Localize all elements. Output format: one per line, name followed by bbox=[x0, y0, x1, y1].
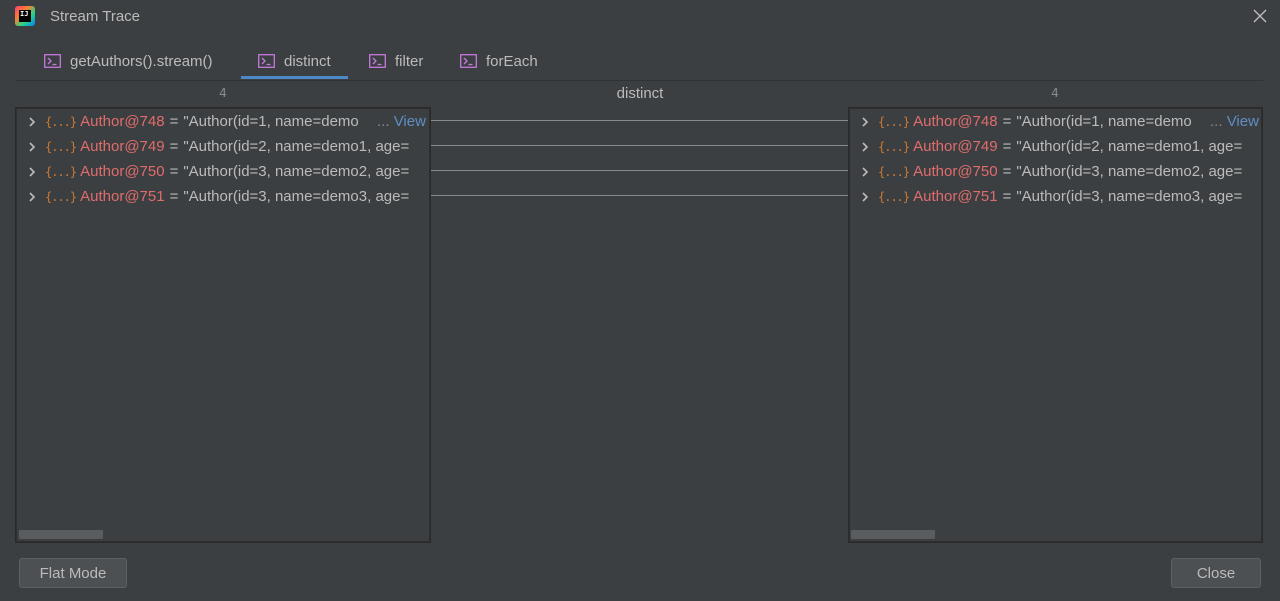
tab-get-authors-stream[interactable]: getAuthors().stream() bbox=[44, 44, 213, 78]
object-value: "Author(id=1, name=demo bbox=[1016, 113, 1192, 130]
value-connectors bbox=[431, 120, 848, 196]
middle-title: distinct bbox=[616, 85, 664, 102]
ellipsis: ... bbox=[377, 113, 390, 130]
right-values-panel[interactable]: {...} Author@748 = "Author(id=1, name=de… bbox=[848, 107, 1263, 543]
chevron-right-icon[interactable] bbox=[25, 115, 39, 129]
list-item[interactable]: {...} Author@748 = "Author(id=1, name=de… bbox=[17, 109, 430, 134]
view-link[interactable]: ... View bbox=[375, 109, 426, 134]
tab-strip: getAuthors().stream() distinct filter fo… bbox=[15, 44, 1263, 81]
object-name: Author@751 bbox=[80, 188, 165, 205]
chevron-right-icon[interactable] bbox=[25, 140, 39, 154]
close-icon[interactable] bbox=[1251, 7, 1269, 25]
horizontal-scrollbar[interactable] bbox=[851, 530, 935, 539]
equals-sign: = bbox=[1002, 188, 1012, 205]
object-name: Author@748 bbox=[80, 113, 165, 130]
list-item[interactable]: {...} Author@750 = "Author(id=3, name=de… bbox=[850, 159, 1262, 184]
chevron-right-icon[interactable] bbox=[858, 190, 872, 204]
view-link[interactable]: ... View bbox=[1208, 109, 1259, 134]
terminal-icon bbox=[44, 54, 61, 68]
object-name: Author@751 bbox=[913, 188, 998, 205]
object-icon: {...} bbox=[878, 164, 910, 179]
equals-sign: = bbox=[169, 188, 179, 205]
object-value: "Author(id=3, name=demo2, age= bbox=[183, 163, 410, 180]
equals-sign: = bbox=[169, 113, 179, 130]
view-label: View bbox=[393, 113, 426, 130]
tab-foreach[interactable]: forEach bbox=[460, 44, 538, 78]
horizontal-scrollbar[interactable] bbox=[19, 530, 103, 539]
list-item[interactable]: {...} Author@750 = "Author(id=3, name=de… bbox=[17, 159, 430, 184]
object-name: Author@750 bbox=[913, 163, 998, 180]
equals-sign: = bbox=[1002, 138, 1012, 155]
object-name: Author@750 bbox=[80, 163, 165, 180]
left-count: 4 bbox=[219, 86, 227, 100]
object-value: "Author(id=3, name=demo2, age= bbox=[1016, 163, 1243, 180]
object-icon: {...} bbox=[45, 139, 77, 154]
list-item[interactable]: {...} Author@751 = "Author(id=3, name=de… bbox=[850, 184, 1262, 209]
close-button[interactable]: Close bbox=[1171, 558, 1261, 588]
equals-sign: = bbox=[169, 163, 179, 180]
object-value: "Author(id=1, name=demo bbox=[183, 113, 359, 130]
object-icon: {...} bbox=[878, 114, 910, 129]
object-value: "Author(id=2, name=demo1, age= bbox=[183, 138, 410, 155]
object-name: Author@748 bbox=[913, 113, 998, 130]
equals-sign: = bbox=[1002, 163, 1012, 180]
tab-distinct[interactable]: distinct bbox=[241, 44, 348, 79]
left-values-panel[interactable]: {...} Author@748 = "Author(id=1, name=de… bbox=[15, 107, 431, 543]
view-label: View bbox=[1226, 113, 1259, 130]
object-value: "Author(id=3, name=demo3, age= bbox=[1016, 188, 1243, 205]
window-title: Stream Trace bbox=[50, 8, 141, 25]
chevron-right-icon[interactable] bbox=[25, 190, 39, 204]
list-item[interactable]: {...} Author@749 = "Author(id=2, name=de… bbox=[17, 134, 430, 159]
tab-label: distinct bbox=[284, 52, 331, 70]
intellij-idea-icon: IJ bbox=[15, 6, 35, 26]
chevron-right-icon[interactable] bbox=[858, 140, 872, 154]
object-icon: {...} bbox=[878, 139, 910, 154]
list-item[interactable]: {...} Author@748 = "Author(id=1, name=de… bbox=[850, 109, 1262, 134]
tab-label: forEach bbox=[486, 52, 538, 70]
tab-label: getAuthors().stream() bbox=[70, 52, 213, 70]
object-icon: {...} bbox=[45, 114, 77, 129]
right-count: 4 bbox=[1051, 86, 1059, 100]
tab-label: filter bbox=[395, 52, 424, 70]
terminal-icon bbox=[258, 54, 275, 68]
title-bar: IJ Stream Trace bbox=[0, 0, 1280, 36]
terminal-icon bbox=[369, 54, 386, 68]
object-value: "Author(id=3, name=demo3, age= bbox=[183, 188, 410, 205]
list-item[interactable]: {...} Author@749 = "Author(id=2, name=de… bbox=[850, 134, 1262, 159]
chevron-right-icon[interactable] bbox=[858, 165, 872, 179]
object-value: "Author(id=2, name=demo1, age= bbox=[1016, 138, 1243, 155]
object-icon: {...} bbox=[45, 189, 77, 204]
chevron-right-icon[interactable] bbox=[858, 115, 872, 129]
chevron-right-icon[interactable] bbox=[25, 165, 39, 179]
flat-mode-button[interactable]: Flat Mode bbox=[19, 558, 127, 588]
ellipsis: ... bbox=[1210, 113, 1223, 130]
object-icon: {...} bbox=[45, 164, 77, 179]
tab-filter[interactable]: filter bbox=[369, 44, 423, 78]
object-name: Author@749 bbox=[80, 138, 165, 155]
terminal-icon bbox=[460, 54, 477, 68]
object-name: Author@749 bbox=[913, 138, 998, 155]
object-icon: {...} bbox=[878, 189, 910, 204]
equals-sign: = bbox=[1002, 113, 1012, 130]
stream-trace-dialog: IJ Stream Trace getAuthors().stream() di… bbox=[0, 0, 1280, 601]
equals-sign: = bbox=[169, 138, 179, 155]
list-item[interactable]: {...} Author@751 = "Author(id=3, name=de… bbox=[17, 184, 430, 209]
